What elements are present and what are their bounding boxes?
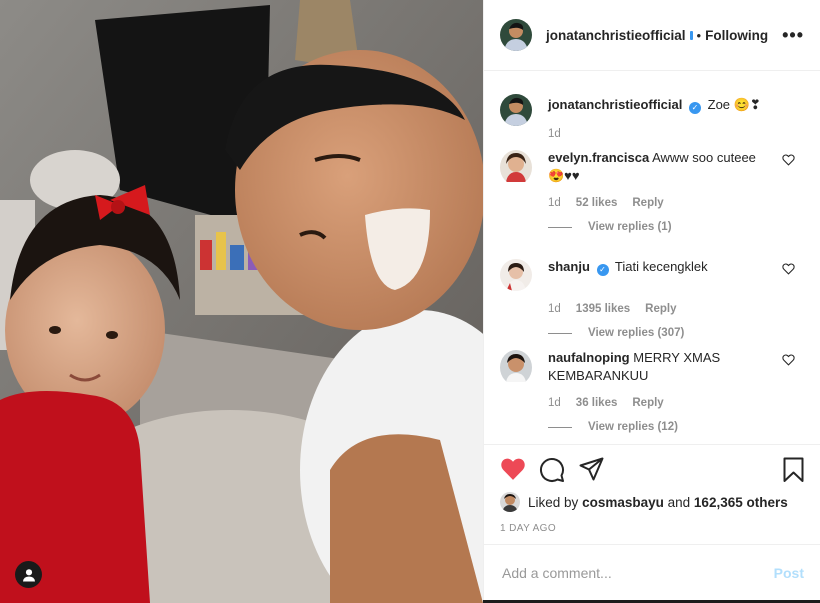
comment-text: Tiati kecengklek <box>614 259 708 274</box>
caption-avatar[interactable] <box>500 94 532 126</box>
reply-button[interactable]: Reply <box>632 397 663 409</box>
comment-time[interactable]: 1d <box>548 303 561 315</box>
comment-meta: 1d 52 likes Reply <box>548 197 805 209</box>
likes-prefix: Liked by <box>528 494 579 510</box>
bookmark-icon[interactable] <box>783 457 804 483</box>
post-actions: Liked by cosmasbayu and 162,365 others 1… <box>484 444 820 545</box>
heart-outline-icon[interactable] <box>782 354 795 366</box>
liker-username[interactable]: cosmasbayu <box>582 495 664 510</box>
post-comment-button[interactable]: Post <box>774 565 804 581</box>
comment-username[interactable]: naufalnoping <box>548 350 630 365</box>
more-horizontal-icon[interactable]: ••• <box>782 25 804 46</box>
comment-input[interactable] <box>500 563 774 582</box>
heart-outline-icon[interactable] <box>782 263 795 275</box>
header-avatar[interactable] <box>500 19 532 51</box>
caption-username[interactable]: jonatanchristieofficial <box>548 97 682 112</box>
comment-username[interactable]: shanju <box>548 259 590 274</box>
likes-middle: and <box>667 494 691 510</box>
person-icon <box>22 568 35 581</box>
comment-time[interactable]: 1d <box>548 397 561 409</box>
view-replies-label: View replies (1) <box>588 221 672 233</box>
comment-likes[interactable]: 52 likes <box>576 197 618 209</box>
comment-item: naufalnoping MERRY XMAS KEMBARANKUU 1d 3… <box>500 350 805 433</box>
photo-image <box>0 0 483 603</box>
comment-username[interactable]: evelyn.francisca <box>548 150 649 165</box>
add-comment-bar: Post <box>484 544 820 600</box>
comment-avatar[interactable] <box>500 259 532 291</box>
header-separator: • <box>696 27 702 43</box>
caption-text: Zoe 😊❣ <box>707 97 761 112</box>
verified-badge-icon: ✓ <box>689 102 701 114</box>
share-icon[interactable] <box>579 457 604 481</box>
caption-time[interactable]: 1d <box>548 128 561 140</box>
post-photo[interactable] <box>0 0 483 603</box>
likes-summary: Liked by cosmasbayu and 162,365 others <box>500 492 788 512</box>
comment-meta: 1d 36 likes Reply <box>548 397 805 409</box>
caption: jonatanchristieofficial ✓ Zoe 😊❣ <box>500 94 761 126</box>
user-tag-button[interactable] <box>15 561 42 588</box>
comments-list[interactable]: jonatanchristieofficial ✓ Zoe 😊❣ 1d evel… <box>484 72 820 444</box>
reply-button[interactable]: Reply <box>645 303 676 315</box>
comment-avatar[interactable] <box>500 350 532 385</box>
comment-avatar[interactable] <box>500 150 532 185</box>
post-side-panel: jonatanchristieofficial • Following ••• … <box>483 0 820 600</box>
view-replies-label: View replies (12) <box>588 421 678 433</box>
view-replies-button[interactable]: View replies (307) <box>548 327 805 339</box>
following-button[interactable]: Following <box>705 28 768 43</box>
verified-badge-icon: ✓ <box>596 264 609 276</box>
likes-count[interactable]: 162,365 others <box>694 495 788 510</box>
heart-filled-icon[interactable] <box>500 457 526 481</box>
verified-badge-icon <box>689 30 693 40</box>
comment-icon[interactable] <box>539 457 565 483</box>
comment-likes[interactable]: 36 likes <box>576 397 618 409</box>
comment-time[interactable]: 1d <box>548 197 561 209</box>
view-replies-button[interactable]: View replies (12) <box>548 421 805 433</box>
header-username[interactable]: jonatanchristieofficial <box>546 28 686 43</box>
view-replies-button[interactable]: View replies (1) <box>548 221 805 233</box>
action-icons <box>500 457 804 483</box>
post-header: jonatanchristieofficial • Following ••• <box>484 0 820 71</box>
post-date[interactable]: 1 DAY AGO <box>500 523 556 534</box>
comment-likes[interactable]: 1395 likes <box>576 303 630 315</box>
comment-item: evelyn.francisca Awww soo cuteee 😍♥♥ 1d … <box>500 150 805 233</box>
comment-meta: 1d 1395 likes Reply <box>548 303 805 315</box>
liker-avatar[interactable] <box>500 492 520 512</box>
view-replies-label: View replies (307) <box>588 327 685 339</box>
reply-button[interactable]: Reply <box>632 197 663 209</box>
heart-outline-icon[interactable] <box>782 154 795 166</box>
comment-item: shanju ✓ Tiati kecengklek 1d 1395 likes … <box>500 259 805 339</box>
